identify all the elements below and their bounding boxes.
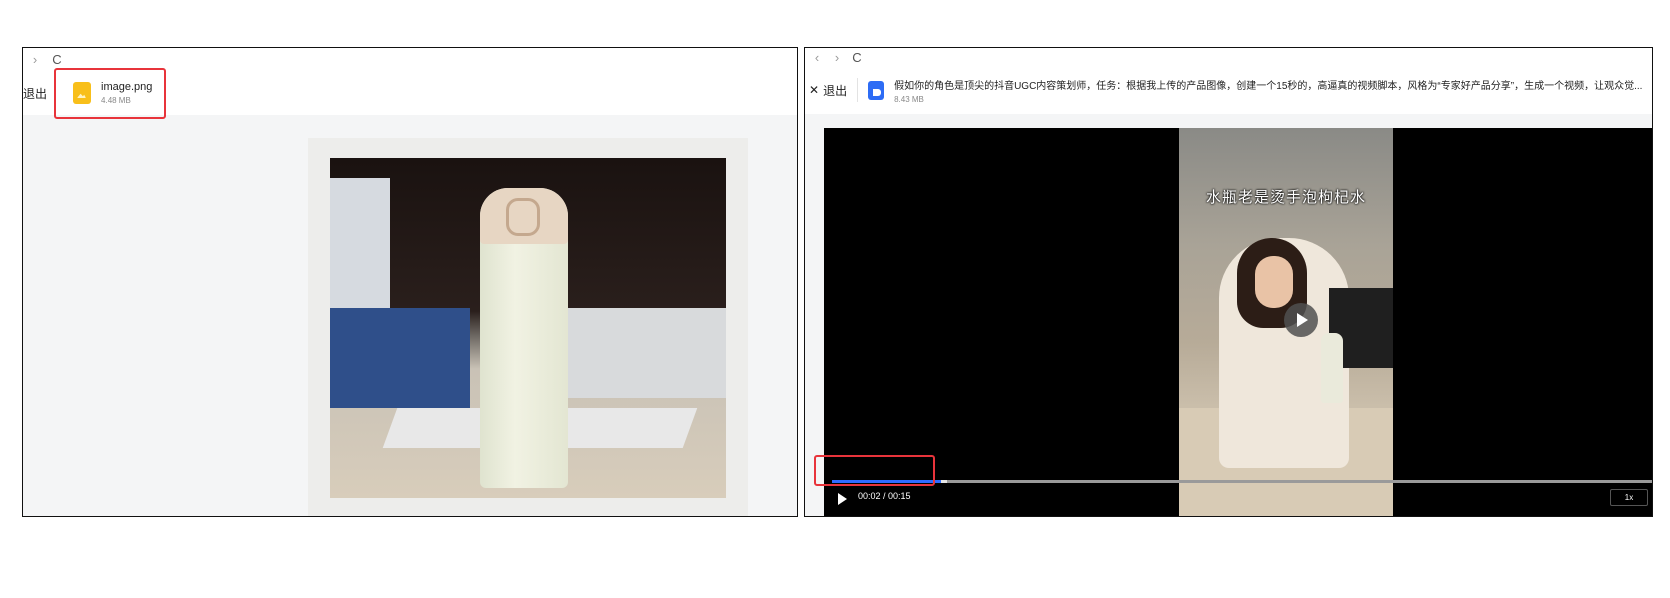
video-frame: 水瓶老是烫手泡枸杞水	[1179, 128, 1393, 516]
time-display: 00:02 / 00:15	[858, 491, 911, 501]
browser-nav-bar: ‹ › C	[805, 48, 1652, 66]
file-header: ✕ 退出 假如你的角色是顶尖的抖音UGC内容策划师，任务：根据我上传的产品图像，…	[805, 66, 1652, 114]
close-icon: ✕	[809, 83, 820, 97]
center-play-icon[interactable]	[1284, 303, 1318, 337]
highlight-box-file	[54, 68, 166, 119]
video-subtitle: 水瓶老是烫手泡枸杞水	[1205, 189, 1366, 206]
play-icon[interactable]	[838, 493, 847, 505]
file-info: 假如你的角色是顶尖的抖音UGC内容策划师，任务：根据我上传的产品图像，创建一个1…	[894, 77, 1644, 104]
video-player[interactable]: 水瓶老是烫手泡枸杞水 00:02 / 00:15 1x	[824, 128, 1652, 516]
document-file-icon	[868, 80, 885, 100]
video-progress-bar[interactable]	[832, 480, 1652, 483]
reload-icon[interactable]: C	[851, 51, 863, 64]
exit-button[interactable]: ✕ 退出	[809, 82, 847, 99]
header-divider	[857, 78, 859, 102]
exit-label: 退出	[823, 83, 848, 98]
exit-label: 退出	[23, 86, 48, 101]
file-size: 8.43 MB	[894, 94, 924, 104]
image-viewer-panel: › C 退出 image.png 4.48 MB	[22, 47, 798, 517]
video-viewer-panel: ‹ › C ✕ 退出 假如你的角色是顶尖的抖音UGC内容策划师，任务：根据我上传…	[804, 47, 1653, 517]
file-name: 假如你的角色是顶尖的抖音UGC内容策划师，任务：根据我上传的产品图像，创建一个1…	[894, 80, 1643, 92]
forward-icon[interactable]: ›	[29, 53, 41, 66]
forward-icon[interactable]: ›	[831, 51, 843, 64]
playback-speed-button[interactable]: 1x	[1610, 489, 1648, 506]
water-bottle-photo	[330, 158, 726, 498]
back-icon[interactable]: ‹	[811, 51, 823, 64]
reload-icon[interactable]: C	[51, 53, 63, 66]
buffer-bar	[941, 480, 948, 483]
image-preview	[308, 138, 748, 516]
highlight-box-controls	[814, 455, 935, 486]
exit-button[interactable]: 退出	[23, 85, 47, 102]
